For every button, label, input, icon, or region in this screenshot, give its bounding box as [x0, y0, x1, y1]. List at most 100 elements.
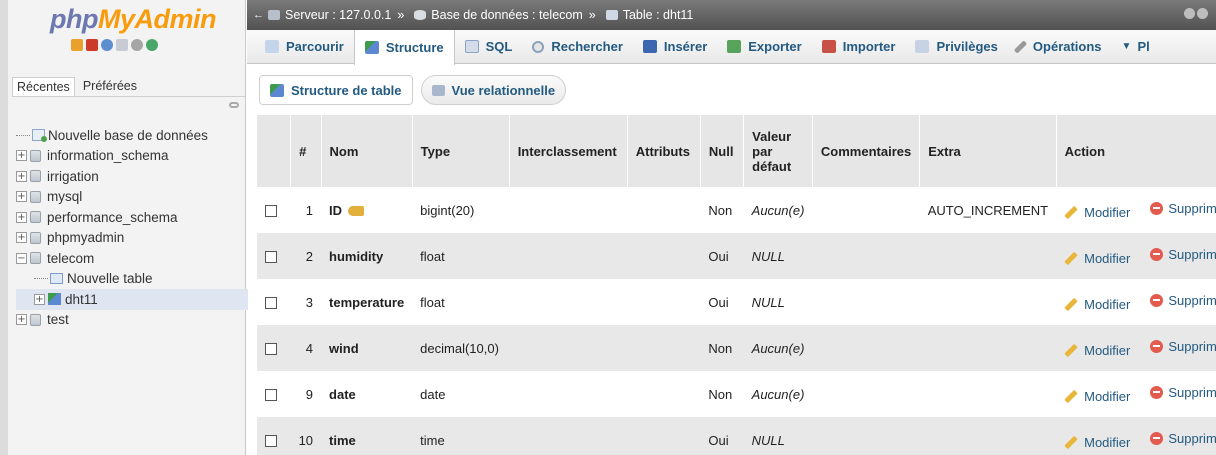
reload-icon[interactable] [146, 39, 158, 51]
collapse-arrow-icon[interactable]: ← [253, 9, 264, 21]
column-extra [919, 371, 1057, 417]
expand-icon[interactable]: + [16, 211, 27, 223]
breadcrumb-table[interactable]: Table : dht11 [623, 8, 694, 22]
column-null: Non [700, 325, 744, 371]
header-row: # Nom Type Interclassement Attributs Nul… [257, 115, 1216, 187]
drop-label: Supprime [1168, 292, 1216, 308]
breadcrumb-database[interactable]: Base de données : telecom [431, 8, 583, 22]
expand-icon[interactable]: + [16, 170, 27, 182]
tab-privileges[interactable]: Privilèges [905, 30, 1007, 63]
database-tree: Nouvelle base de données + information_sch… [16, 125, 248, 330]
tab-recent[interactable]: Récentes [12, 77, 75, 96]
tree-item[interactable]: + mysql [16, 187, 248, 208]
drop-column-link[interactable]: Supprime [1150, 247, 1216, 262]
column-default: NULL [743, 279, 813, 325]
tree-item[interactable]: + test [16, 310, 248, 331]
edit-column-link[interactable]: Modifier [1064, 435, 1130, 450]
tab-label: Insérer [663, 39, 708, 54]
tab-operations[interactable]: Opérations [1008, 30, 1112, 63]
edit-label: Modifier [1084, 388, 1131, 404]
row-checkbox[interactable] [265, 297, 277, 310]
edit-column-link[interactable]: Modifier [1064, 297, 1130, 312]
structure-icon [270, 83, 284, 97]
tab-label: Exporter [748, 39, 802, 54]
header-extra[interactable]: Extra [919, 115, 1057, 187]
tab-favorites[interactable]: Préférées [79, 77, 141, 96]
row-checkbox[interactable] [265, 389, 277, 402]
tree-item[interactable]: − telecom [16, 248, 248, 269]
column-attributes [627, 233, 701, 279]
tree-item[interactable]: Nouvelle table [16, 269, 248, 290]
header-comments[interactable]: Commentaires [812, 115, 921, 187]
edit-column-link[interactable]: Modifier [1064, 205, 1130, 220]
help-icon[interactable] [101, 39, 113, 51]
column-extra [919, 325, 1057, 371]
tab-sql[interactable]: SQL [455, 30, 523, 63]
edit-label: Modifier [1084, 204, 1131, 220]
documentation-icon[interactable] [116, 39, 128, 51]
expand-icon[interactable]: + [16, 191, 27, 203]
tab-export[interactable]: Exporter [717, 30, 811, 63]
row-checkbox[interactable] [265, 343, 277, 356]
header-collation[interactable]: Interclassement [509, 115, 628, 187]
breadcrumb-server[interactable]: Serveur : 127.0.0.1 [285, 8, 391, 22]
delete-icon [1150, 247, 1164, 261]
column-attributes [627, 279, 701, 325]
tree-item[interactable]: + irrigation [16, 166, 248, 187]
header-null[interactable]: Null [700, 115, 745, 187]
subtab-relation-view[interactable]: Vue relationnelle [420, 75, 567, 105]
drop-column-link[interactable]: Supprime [1150, 385, 1216, 400]
row-checkbox[interactable] [265, 435, 277, 448]
column-number: 2 [290, 233, 322, 279]
link-icon[interactable] [229, 102, 239, 108]
tab-search[interactable]: Rechercher [522, 30, 633, 63]
column-collation [509, 233, 628, 279]
header-attributes[interactable]: Attributs [627, 115, 701, 187]
collapse-icon[interactable] [1197, 8, 1208, 19]
header-type[interactable]: Type [412, 115, 510, 187]
row-checkbox[interactable] [265, 205, 277, 218]
column-type: time [412, 417, 510, 455]
collapse-icon[interactable]: − [16, 252, 27, 264]
edit-column-link[interactable]: Modifier [1064, 343, 1130, 358]
tab-more[interactable]: ▼ Pl [1112, 30, 1160, 63]
settings-icon[interactable] [131, 39, 143, 51]
gear-icon[interactable] [1184, 8, 1195, 19]
tab-structure[interactable]: Structure [353, 29, 455, 65]
database-icon [30, 190, 41, 203]
expand-icon[interactable]: + [16, 314, 27, 326]
expand-icon[interactable]: + [16, 150, 27, 162]
expand-icon[interactable]: + [34, 293, 45, 305]
subtab-table-structure[interactable]: Structure de table [259, 75, 413, 105]
edit-column-link[interactable]: Modifier [1064, 389, 1130, 404]
tab-import[interactable]: Importer [812, 30, 906, 63]
header-name[interactable]: Nom [321, 115, 413, 187]
tree-item[interactable]: + information_schema [16, 146, 248, 167]
header-default[interactable]: Valeur par défaut [743, 115, 813, 187]
phpmyadmin-logo[interactable]: phpMyAdmin [50, 4, 216, 35]
drop-column-link[interactable]: Supprime [1150, 339, 1216, 354]
tree-item[interactable]: + dht11 [16, 289, 248, 310]
breadcrumb: ← Serveur : 127.0.0.1 » Base de données … [247, 0, 1216, 30]
search-icon [532, 40, 545, 53]
header-action: Action [1056, 115, 1216, 187]
tree-item[interactable]: + performance_schema [16, 207, 248, 228]
subtab-label: Vue relationnelle [451, 82, 556, 98]
table-icon [605, 10, 618, 20]
drop-column-link[interactable]: Supprime [1150, 293, 1216, 308]
drop-column-link[interactable]: Supprime [1150, 201, 1216, 216]
column-name-cell: humidity [321, 233, 413, 279]
expand-icon[interactable]: + [16, 232, 27, 244]
drop-column-link[interactable]: Supprime [1150, 431, 1216, 446]
tab-insert[interactable]: Insérer [633, 30, 717, 63]
column-number: 1 [290, 187, 322, 233]
home-icon[interactable] [71, 39, 83, 51]
logout-icon[interactable] [86, 39, 98, 51]
structure-table-wrapper: # Nom Type Interclassement Attributs Nul… [257, 115, 1216, 455]
tree-item[interactable]: Nouvelle base de données [16, 125, 248, 146]
row-checkbox[interactable] [265, 251, 277, 264]
logo-admin-text: Admin [134, 4, 217, 34]
tree-item[interactable]: + phpmyadmin [16, 228, 248, 249]
edit-column-link[interactable]: Modifier [1064, 251, 1130, 266]
tab-browse[interactable]: Parcourir [255, 30, 354, 63]
